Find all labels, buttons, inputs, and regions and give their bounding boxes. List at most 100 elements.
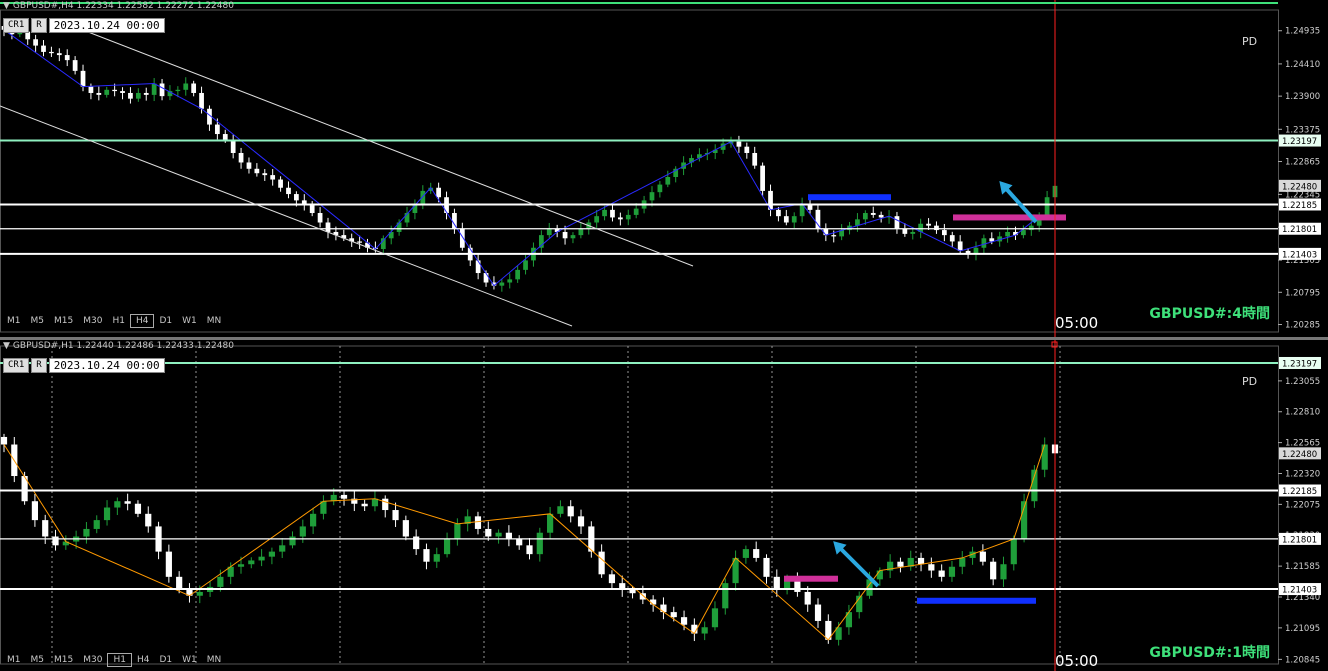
candle-body <box>279 545 286 552</box>
candle-body <box>196 591 203 596</box>
cr1-button[interactable]: CR1 <box>3 18 30 33</box>
candle-body <box>670 612 677 618</box>
pd-label: PD <box>1242 375 1258 388</box>
candle-body <box>562 231 568 239</box>
date-field[interactable]: 2023.10.24 00:00 <box>48 358 165 373</box>
candle-body <box>199 92 204 109</box>
candle-body <box>625 214 631 220</box>
candle-body <box>294 194 299 201</box>
timeframe-m30[interactable]: M30 <box>78 654 107 666</box>
candle-body <box>325 222 331 232</box>
support-zone-bar <box>808 194 891 201</box>
timeframe-d1[interactable]: D1 <box>154 315 177 327</box>
channel-line <box>69 24 694 267</box>
candle-body <box>402 520 409 537</box>
h1-chart-canvas[interactable]: 1.23055 1.22810 1.22565 1.22320 1.22075 1.218… <box>0 340 1328 671</box>
h4-chart-canvas[interactable]: 1.249351.244101.239001.233751.228651.223… <box>0 0 1328 338</box>
price-tag-label: 1.21801 <box>1282 225 1317 235</box>
candle-body <box>191 83 197 93</box>
candle-body <box>340 494 348 499</box>
axis-tick-label: 1.21095 <box>1285 624 1320 634</box>
candle-body <box>507 279 513 283</box>
candle-body <box>217 576 224 587</box>
candle-body <box>570 235 576 239</box>
candle-body <box>33 39 38 46</box>
h1-timeframe-bar: M1 M5 M15 M30 H1 H4 D1 W1 MN <box>2 653 226 667</box>
candle-body <box>578 228 584 236</box>
candle-body <box>618 217 623 220</box>
price-tag-label: 1.22480 <box>1282 182 1317 192</box>
collapse-icon[interactable]: ▼ <box>3 341 10 351</box>
h1-chart-panel[interactable]: 1.23055 1.22810 1.22565 1.22320 1.22075 1.218… <box>0 340 1328 671</box>
candle-body <box>159 83 165 97</box>
candle-body <box>103 507 111 521</box>
timeframe-w1[interactable]: W1 <box>177 654 202 666</box>
candle-body <box>309 204 315 214</box>
collapse-icon[interactable]: ▼ <box>3 1 10 11</box>
candle-body <box>505 532 512 540</box>
candle-body <box>357 241 362 243</box>
candle-body <box>183 83 189 90</box>
candle-body <box>230 140 236 153</box>
date-field[interactable]: 2023.10.24 00:00 <box>48 18 165 33</box>
cr1-button[interactable]: CR1 <box>3 358 30 373</box>
h1-chart-header: ▼ GBPUSD#,H1 1.22440 1.22486 1.22433 1.22… <box>3 341 234 351</box>
candle-body <box>773 576 780 590</box>
timeframe-mn[interactable]: MN <box>202 654 227 666</box>
candle-body <box>949 235 955 242</box>
timeframe-h4[interactable]: H4 <box>132 654 155 666</box>
timeframe-m5[interactable]: M5 <box>26 654 50 666</box>
candle-body <box>680 617 688 625</box>
timeframe-h1[interactable]: H1 <box>107 315 130 327</box>
timeframe-m5[interactable]: M5 <box>26 315 50 327</box>
axis-tick-label: 1.23055 <box>1285 377 1320 387</box>
candle-body <box>423 549 430 562</box>
h1-symbol-info: GBPUSD#,H1 1.22440 1.22486 1.22433 1.224… <box>12 341 234 351</box>
candle-body <box>876 570 883 580</box>
candle-body <box>752 152 758 166</box>
candle-body <box>753 549 760 558</box>
candle-body <box>104 89 110 95</box>
candle-body <box>948 566 956 577</box>
timeframe-w1[interactable]: W1 <box>177 315 202 327</box>
candle-body <box>270 175 276 180</box>
r-button[interactable]: R <box>31 18 47 33</box>
h4-chart-panel[interactable]: 1.24935 1.24410 1.23900 1.23375 1.22865 1.223… <box>0 0 1328 338</box>
candle-body <box>776 209 781 217</box>
zigzag-line <box>3 29 1040 287</box>
h4-symbol-info: GBPUSD#,H4 1.22334 1.22582 1.22272 1.224… <box>12 1 234 11</box>
trend-arrow-icon <box>834 542 880 588</box>
axis-tick-label: 1.20845 <box>1285 655 1320 665</box>
candle-body <box>475 260 481 274</box>
candle-body <box>474 516 482 529</box>
candle-body <box>959 557 966 567</box>
candle-body <box>1010 539 1017 565</box>
candle-body <box>96 92 102 95</box>
timeframe-mn[interactable]: MN <box>202 315 227 327</box>
price-tag-label: 1.23197 <box>1282 359 1317 369</box>
candle-body <box>917 557 925 565</box>
price-tag-label: 1.21403 <box>1282 586 1317 596</box>
timeframe-d1[interactable]: D1 <box>154 654 177 666</box>
timeframe-h4[interactable]: H4 <box>129 314 155 328</box>
candle-body <box>120 91 125 93</box>
axis-tick-label: 1.24410 <box>1285 60 1320 70</box>
h1-toolbar: CR1 R 2023.10.24 00:00 <box>3 358 165 373</box>
timeframe-m1[interactable]: M1 <box>2 315 26 327</box>
h4-toolbar: CR1 R 2023.10.24 00:00 <box>3 18 165 33</box>
timeframe-m15[interactable]: M15 <box>49 315 78 327</box>
timeframe-m30[interactable]: M30 <box>78 315 107 327</box>
r-button[interactable]: R <box>31 358 47 373</box>
candle-body <box>938 570 945 577</box>
axis-tick-label: 1.23375 <box>1285 125 1320 135</box>
candle-body <box>436 187 441 198</box>
timeframe-m1[interactable]: M1 <box>2 654 26 666</box>
candle-body <box>804 591 811 605</box>
axis-tick-label: 1.24935 <box>1285 27 1320 37</box>
candle-body <box>495 532 502 537</box>
timeframe-m15[interactable]: M15 <box>49 654 78 666</box>
candle-body <box>760 165 765 191</box>
axis-tick-label: 1.22075 <box>1285 500 1320 510</box>
timeframe-h1[interactable]: H1 <box>107 653 132 667</box>
candle-body <box>64 55 70 61</box>
